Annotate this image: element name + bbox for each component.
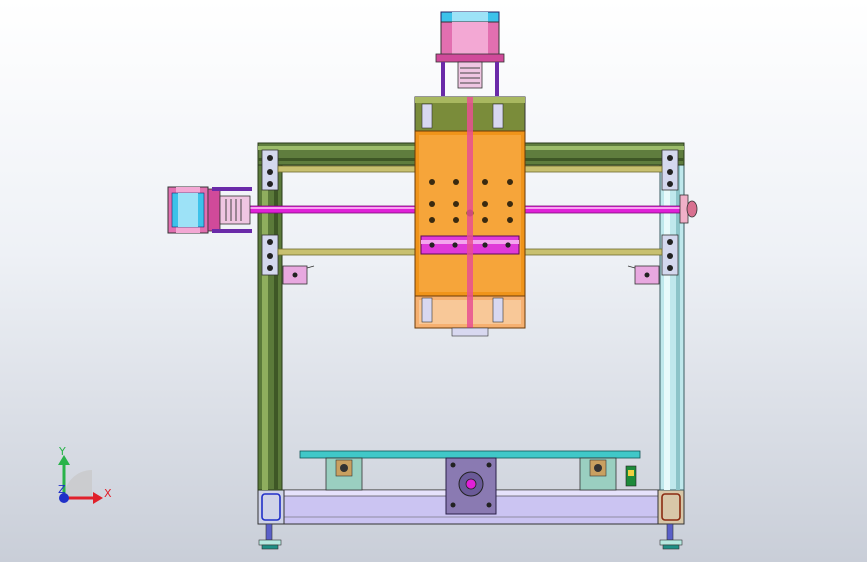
cad-viewport[interactable]: Y X Z <box>0 0 867 562</box>
y-bed-rail <box>299 450 641 459</box>
y-sensor <box>625 465 637 487</box>
left-column <box>257 142 283 491</box>
y-axis-label: Y <box>58 445 66 458</box>
limit-switch-right <box>627 265 660 285</box>
z-axis-label: Z <box>58 483 66 496</box>
z-bottom-stub <box>451 327 489 337</box>
x-stepper-motor <box>167 186 252 234</box>
corner-block-left <box>257 489 285 525</box>
z-stepper-motor <box>435 11 505 96</box>
x-end-bearing <box>679 194 698 224</box>
y-bed-support-left <box>325 457 363 491</box>
axis-triad: Y X Z <box>58 445 112 504</box>
x-axis-label: X <box>104 487 112 500</box>
leveling-foot-right <box>659 523 683 550</box>
y-bed-support-right <box>579 457 617 491</box>
corner-block-right <box>657 489 685 525</box>
x-axis-head <box>93 492 103 504</box>
y-drive-mount <box>445 457 497 515</box>
limit-switch-left <box>282 265 315 285</box>
cnc-gantry-drawing: Y X Z <box>58 11 698 550</box>
leveling-foot-left <box>258 523 282 550</box>
